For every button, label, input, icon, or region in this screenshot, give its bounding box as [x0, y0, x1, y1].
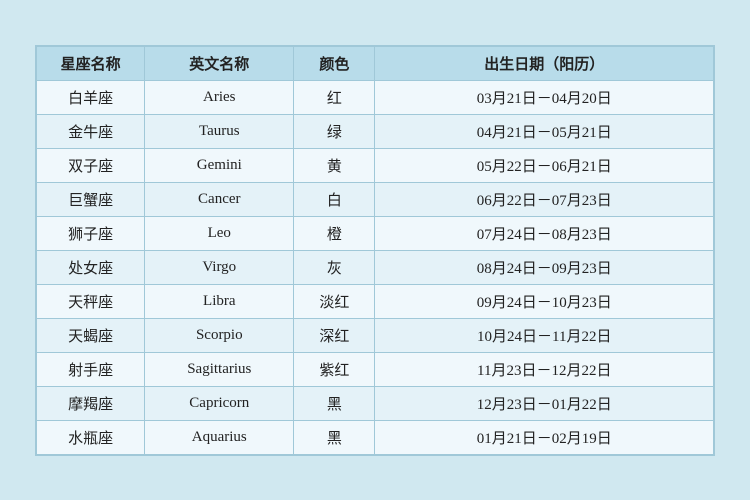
cell-english: Virgo	[145, 250, 294, 284]
table-row: 水瓶座Aquarius黑01月21日－02月19日	[37, 420, 714, 454]
table-row: 狮子座Leo橙07月24日－08月23日	[37, 216, 714, 250]
table-row: 天秤座Libra淡红09月24日－10月23日	[37, 284, 714, 318]
cell-chinese: 金牛座	[37, 114, 145, 148]
cell-chinese: 狮子座	[37, 216, 145, 250]
cell-english: Cancer	[145, 182, 294, 216]
table-row: 天蝎座Scorpio深红10月24日－11月22日	[37, 318, 714, 352]
cell-date: 09月24日－10月23日	[375, 284, 714, 318]
table-row: 白羊座Aries红03月21日－04月20日	[37, 80, 714, 114]
cell-date: 10月24日－11月22日	[375, 318, 714, 352]
cell-color: 黑	[294, 386, 375, 420]
table-row: 双子座Gemini黄05月22日－06月21日	[37, 148, 714, 182]
zodiac-table: 星座名称 英文名称 颜色 出生日期（阳历） 白羊座Aries红03月21日－04…	[36, 46, 714, 455]
cell-english: Capricorn	[145, 386, 294, 420]
cell-english: Aries	[145, 80, 294, 114]
cell-date: 04月21日－05月21日	[375, 114, 714, 148]
cell-chinese: 水瓶座	[37, 420, 145, 454]
cell-english: Gemini	[145, 148, 294, 182]
table-header-row: 星座名称 英文名称 颜色 出生日期（阳历）	[37, 46, 714, 80]
cell-color: 黑	[294, 420, 375, 454]
cell-date: 08月24日－09月23日	[375, 250, 714, 284]
table-row: 巨蟹座Cancer白06月22日－07月23日	[37, 182, 714, 216]
header-color: 颜色	[294, 46, 375, 80]
table-row: 摩羯座Capricorn黑12月23日－01月22日	[37, 386, 714, 420]
cell-date: 06月22日－07月23日	[375, 182, 714, 216]
cell-color: 绿	[294, 114, 375, 148]
cell-color: 淡红	[294, 284, 375, 318]
cell-chinese: 天秤座	[37, 284, 145, 318]
cell-color: 橙	[294, 216, 375, 250]
cell-color: 白	[294, 182, 375, 216]
table-row: 处女座Virgo灰08月24日－09月23日	[37, 250, 714, 284]
header-chinese: 星座名称	[37, 46, 145, 80]
cell-date: 07月24日－08月23日	[375, 216, 714, 250]
cell-english: Leo	[145, 216, 294, 250]
cell-chinese: 天蝎座	[37, 318, 145, 352]
header-english: 英文名称	[145, 46, 294, 80]
cell-chinese: 白羊座	[37, 80, 145, 114]
header-date: 出生日期（阳历）	[375, 46, 714, 80]
zodiac-table-container: 星座名称 英文名称 颜色 出生日期（阳历） 白羊座Aries红03月21日－04…	[35, 45, 715, 456]
cell-chinese: 巨蟹座	[37, 182, 145, 216]
table-row: 射手座Sagittarius紫红11月23日－12月22日	[37, 352, 714, 386]
cell-date: 03月21日－04月20日	[375, 80, 714, 114]
cell-english: Taurus	[145, 114, 294, 148]
cell-date: 05月22日－06月21日	[375, 148, 714, 182]
cell-english: Sagittarius	[145, 352, 294, 386]
cell-color: 黄	[294, 148, 375, 182]
cell-color: 深红	[294, 318, 375, 352]
cell-chinese: 处女座	[37, 250, 145, 284]
cell-chinese: 射手座	[37, 352, 145, 386]
cell-date: 01月21日－02月19日	[375, 420, 714, 454]
cell-date: 12月23日－01月22日	[375, 386, 714, 420]
cell-chinese: 双子座	[37, 148, 145, 182]
cell-english: Libra	[145, 284, 294, 318]
cell-color: 紫红	[294, 352, 375, 386]
cell-color: 红	[294, 80, 375, 114]
cell-color: 灰	[294, 250, 375, 284]
cell-chinese: 摩羯座	[37, 386, 145, 420]
cell-english: Scorpio	[145, 318, 294, 352]
table-row: 金牛座Taurus绿04月21日－05月21日	[37, 114, 714, 148]
cell-english: Aquarius	[145, 420, 294, 454]
cell-date: 11月23日－12月22日	[375, 352, 714, 386]
